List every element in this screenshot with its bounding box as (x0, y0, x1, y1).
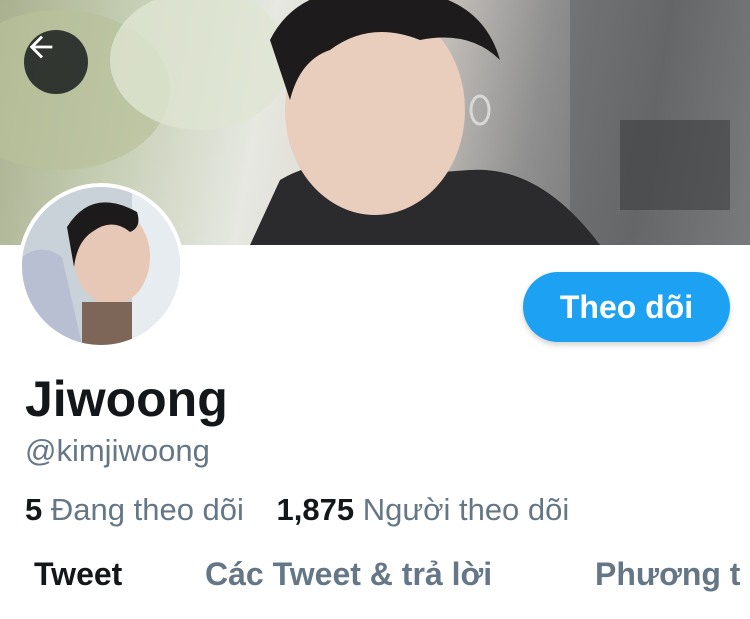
avatar[interactable] (18, 183, 184, 349)
tab-media[interactable]: Phương t (595, 552, 740, 596)
tab-tweets-and-replies[interactable]: Các Tweet & trả lời (205, 552, 492, 596)
followers-label: Người theo dõi (362, 492, 570, 527)
followers-link[interactable]: 1,875 Người theo dõi (277, 490, 570, 530)
avatar-image (22, 187, 180, 345)
following-count: 5 (25, 492, 43, 527)
profile-tabs: Tweet Các Tweet & trả lời Phương t (0, 552, 750, 600)
following-label: Đang theo dõi (50, 492, 244, 527)
profile-stats: 5 Đang theo dõi 1,875 Người theo dõi (25, 490, 593, 530)
following-link[interactable]: 5 Đang theo dõi (25, 490, 244, 530)
tab-tweets[interactable]: Tweet (34, 552, 122, 596)
profile-handle: @kimjiwoong (25, 433, 210, 468)
back-button[interactable] (24, 30, 88, 94)
follow-button[interactable]: Theo dõi (523, 272, 730, 342)
profile-name: Jiwoong (25, 371, 228, 427)
followers-count: 1,875 (276, 492, 355, 527)
